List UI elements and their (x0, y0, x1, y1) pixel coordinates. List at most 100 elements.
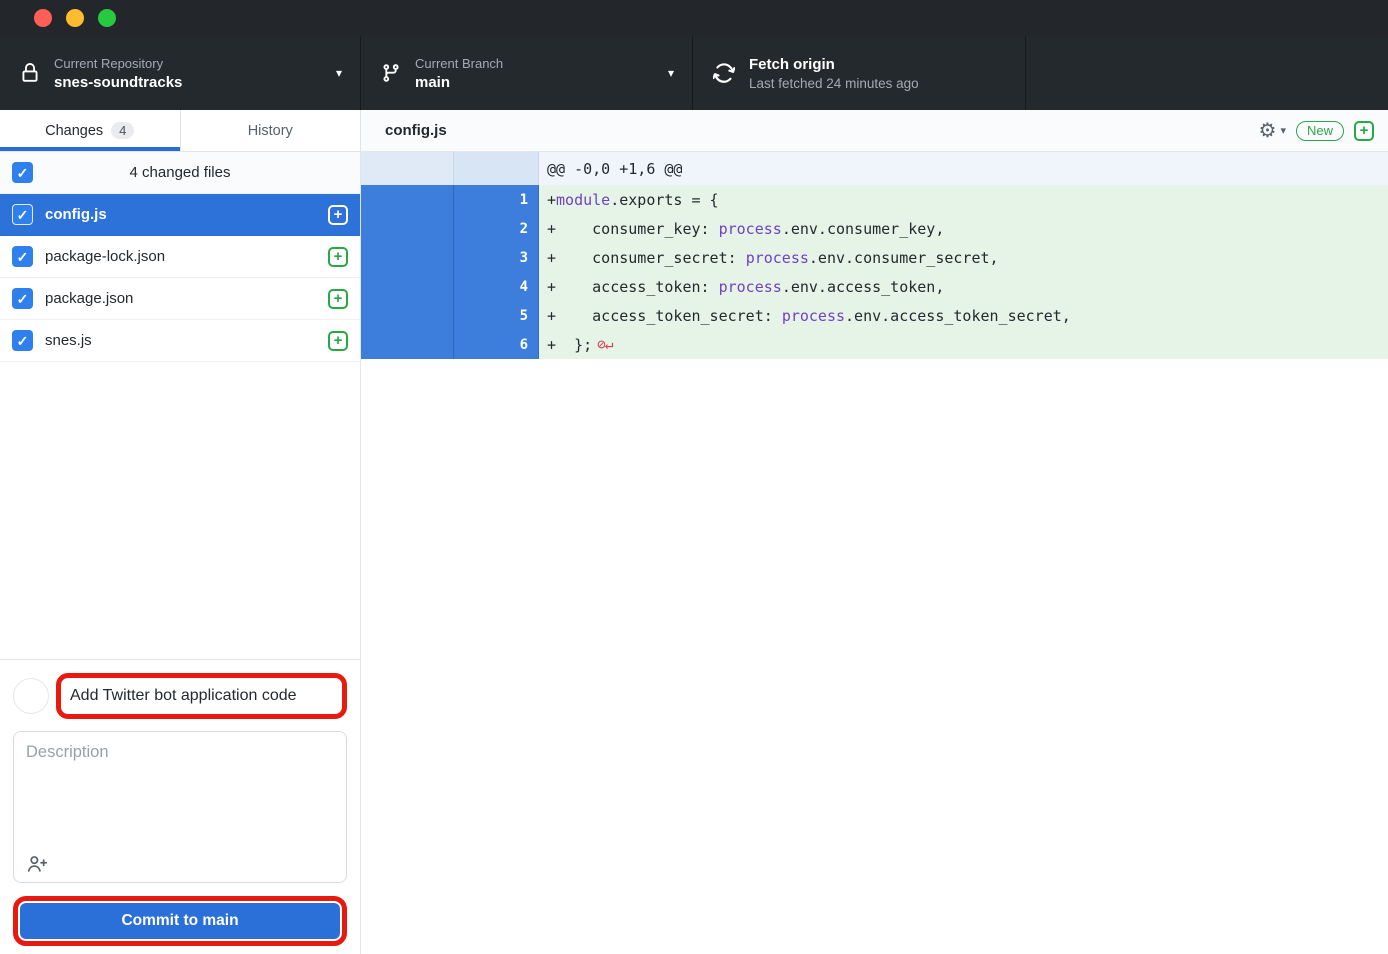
check-icon: ✓ (17, 250, 29, 264)
file-name: snes.js (45, 332, 328, 349)
commit-button-branch: main (202, 912, 238, 929)
diff-line-6: 6 + };⊘↵ (361, 330, 1388, 359)
commit-summary-input[interactable] (61, 687, 342, 705)
tab-history[interactable]: History (181, 110, 361, 151)
line-number: 3 (520, 250, 528, 266)
diff-pane: config.js ⚙ ▾ New + @@ -0,0 +1,6 @@ (361, 110, 1388, 954)
file-name: config.js (45, 206, 328, 223)
line-number: 4 (520, 279, 528, 295)
diff-line-1: 1 +module.exports = { (361, 185, 1388, 214)
commit-button-label: Commit to (121, 912, 202, 929)
file-name: package.json (45, 290, 328, 307)
fetch-origin-button[interactable]: Fetch origin Last fetched 24 minutes ago (693, 36, 1026, 110)
diff-gutter-new[interactable]: 3 (454, 243, 539, 272)
diff-code: + consumer_key: process.env.consumer_key… (539, 214, 1388, 243)
chevron-down-icon: ▾ (668, 66, 674, 80)
file-status-added-icon: + (328, 205, 348, 225)
zoom-button[interactable] (98, 9, 116, 27)
file-row-snes-js[interactable]: ✓ snes.js + (0, 320, 360, 362)
changed-files-summary: 4 changed files (0, 164, 360, 181)
diff-code: +module.exports = { (539, 185, 1388, 214)
line-number: 2 (520, 221, 528, 237)
commit-description-input[interactable] (14, 732, 346, 882)
diff-gutter-old[interactable] (361, 185, 454, 214)
diff-gutter-new[interactable]: 4 (454, 272, 539, 301)
file-checkbox[interactable]: ✓ (12, 330, 33, 351)
chevron-down-icon: ▾ (336, 66, 342, 80)
diff-gutter-old[interactable] (361, 243, 454, 272)
repository-label: Current Repository (54, 56, 328, 71)
tab-changes-label: Changes (45, 123, 103, 139)
main-content: Changes 4 History ✓ 4 changed files ✓ co… (0, 110, 1388, 954)
diff-header: config.js ⚙ ▾ New + (361, 110, 1388, 152)
commit-summary-row (13, 673, 347, 719)
diff-gutter-new[interactable]: 5 (454, 301, 539, 330)
check-icon: ✓ (17, 208, 29, 222)
diff-gutter-old[interactable] (361, 330, 454, 359)
diff-line-5: 5 + access_token_secret: process.env.acc… (361, 301, 1388, 330)
tab-history-label: History (248, 123, 293, 139)
diff-line-4: 4 + access_token: process.env.access_tok… (361, 272, 1388, 301)
file-checkbox[interactable]: ✓ (12, 288, 33, 309)
sidebar-tabs: Changes 4 History (0, 110, 360, 152)
chevron-down-icon: ▾ (1280, 124, 1286, 137)
file-row-package-lock-json[interactable]: ✓ package-lock.json + (0, 236, 360, 278)
diff-gutter-new[interactable]: 6 (454, 330, 539, 359)
github-desktop-window: Current Repository snes-soundtracks ▾ Cu… (0, 0, 1388, 954)
diff-code: + access_token_secret: process.env.acces… (539, 301, 1388, 330)
diff-gutter-old[interactable] (361, 301, 454, 330)
diff-line-2: 2 + consumer_key: process.env.consumer_k… (361, 214, 1388, 243)
current-branch-selector[interactable]: Current Branch main ▾ (361, 36, 693, 110)
diff-options-button[interactable]: ⚙ ▾ (1259, 121, 1286, 141)
file-checkbox[interactable]: ✓ (12, 204, 33, 225)
diff-hunk-header: @@ -0,0 +1,6 @@ (361, 152, 1388, 185)
no-newline-icon: ⊘↵ (597, 337, 612, 353)
close-button[interactable] (34, 9, 52, 27)
file-status-added-icon: + (328, 331, 348, 351)
git-branch-icon (381, 63, 401, 83)
commit-to-main-button[interactable]: Commit to main (20, 903, 340, 939)
new-file-badge: New (1296, 121, 1344, 141)
branch-name: main (415, 74, 660, 91)
commit-button-annotation-highlight: Commit to main (13, 896, 347, 946)
commit-description-box (13, 731, 347, 883)
titlebar (0, 0, 1388, 36)
file-name: package-lock.json (45, 248, 328, 265)
tab-changes[interactable]: Changes 4 (0, 110, 181, 151)
hunk-header-text: @@ -0,0 +1,6 @@ (539, 152, 1388, 185)
diff-gutter-new[interactable]: 1 (454, 185, 539, 214)
changes-count-badge: 4 (111, 122, 134, 139)
sidebar-spacer (0, 362, 360, 659)
diff-body: @@ -0,0 +1,6 @@ 1 +module.exports = { 2 … (361, 152, 1388, 954)
add-co-author-icon[interactable] (26, 854, 48, 873)
diff-gutter-old[interactable] (361, 272, 454, 301)
diff-line-3: 3 + consumer_secret: process.env.consume… (361, 243, 1388, 272)
diff-gutter-new (454, 152, 539, 185)
sync-icon (713, 62, 735, 84)
file-row-package-json[interactable]: ✓ package.json + (0, 278, 360, 320)
summary-annotation-highlight (56, 673, 347, 719)
file-row-config-js[interactable]: ✓ config.js + (0, 194, 360, 236)
diff-gutter-old[interactable] (361, 214, 454, 243)
minimize-button[interactable] (66, 9, 84, 27)
diff-gutter-new[interactable]: 2 (454, 214, 539, 243)
file-status-added-icon: + (328, 247, 348, 267)
line-number: 1 (520, 192, 528, 208)
diff-file-title: config.js (385, 122, 1259, 139)
diff-code: + };⊘↵ (539, 330, 1388, 359)
avatar (13, 678, 49, 714)
diff-gutter-old (361, 152, 454, 185)
current-repository-selector[interactable]: Current Repository snes-soundtracks ▾ (0, 36, 361, 110)
branch-label: Current Branch (415, 56, 660, 71)
select-all-row: ✓ 4 changed files (0, 152, 360, 194)
commit-form: Commit to main (0, 659, 360, 954)
diff-code: + consumer_secret: process.env.consumer_… (539, 243, 1388, 272)
lock-icon (20, 63, 40, 83)
app-toolbar: Current Repository snes-soundtracks ▾ Cu… (0, 36, 1388, 110)
file-status-added-icon: + (328, 289, 348, 309)
line-number: 6 (520, 337, 528, 353)
repository-name: snes-soundtracks (54, 74, 328, 91)
check-icon: ✓ (17, 166, 29, 180)
select-all-checkbox[interactable]: ✓ (12, 162, 33, 183)
file-checkbox[interactable]: ✓ (12, 246, 33, 267)
